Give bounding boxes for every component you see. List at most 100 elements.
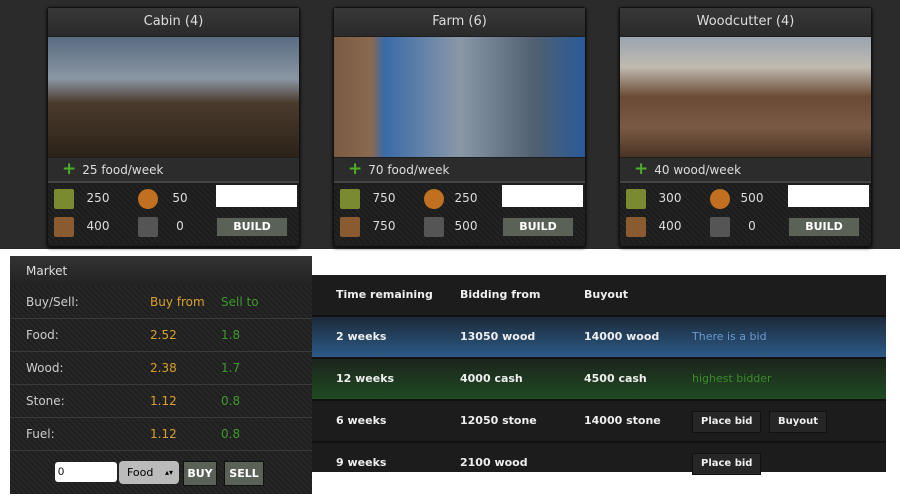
header-buy: Buy from	[150, 295, 205, 309]
wood-cost: 400	[658, 219, 682, 233]
production-text: 40 wood/week	[654, 163, 742, 177]
bidding-from: 13050 wood	[460, 330, 536, 343]
production-text: 70 food/week	[368, 163, 450, 177]
sell-button[interactable]: SELL	[224, 461, 264, 486]
bidding-from: 12050 stone	[460, 414, 537, 427]
food-icon	[138, 189, 158, 209]
market-row: Food: 2.52 1.8	[10, 319, 312, 352]
production: +40 wood/week	[620, 158, 871, 183]
auction-row: 6 weeks 12050 stone 14000 stone Place bid Bu…	[312, 401, 886, 443]
market-panel: Market Buy/Sell: Buy from Sell to Food: 2.5…	[10, 256, 312, 494]
buy-price: 2.52	[150, 328, 177, 342]
cabin-image	[48, 37, 299, 157]
cash-cost: 750	[372, 191, 396, 205]
cost-grid: 250 50 400 0 BUILD	[48, 185, 299, 243]
cash-icon	[54, 189, 74, 209]
buyout-button[interactable]: Buyout	[769, 411, 828, 433]
stone-icon	[710, 217, 730, 237]
time-remaining: 12 weeks	[336, 372, 395, 385]
auction-row: 2 weeks 13050 wood 14000 wood There is a bi…	[312, 317, 886, 359]
build-quantity-input[interactable]	[788, 185, 869, 207]
production: +25 food/week	[48, 158, 299, 183]
time-remaining: 9 weeks	[336, 456, 387, 469]
wood-icon	[54, 217, 74, 237]
market-controls: Food ▴▾ BUY SELL	[10, 461, 312, 489]
buy-price: 1.12	[150, 427, 177, 441]
market-title: Market	[10, 256, 312, 286]
wood-icon	[340, 217, 360, 237]
cost-grid: 750 250 750 500 BUILD	[334, 185, 585, 243]
market-row: Wood: 2.38 1.7	[10, 352, 312, 385]
food-cost: 250	[454, 191, 478, 205]
card-title: Woodcutter (4)	[620, 8, 871, 36]
time-remaining: 6 weeks	[336, 414, 387, 427]
resource-label: Wood:	[26, 361, 64, 375]
header-bidding: Bidding from	[460, 288, 541, 301]
wood-cost: 750	[372, 219, 396, 233]
plus-icon: +	[634, 159, 649, 179]
market-row: Stone: 1.12 0.8	[10, 385, 312, 418]
buy-price: 1.12	[150, 394, 177, 408]
header-buyout: Buyout	[584, 288, 629, 301]
bidding-from: 4000 cash	[460, 372, 523, 385]
woodcutter-image	[620, 37, 871, 157]
wood-icon	[626, 217, 646, 237]
card-title: Cabin (4)	[48, 8, 299, 36]
farm-image	[334, 37, 585, 157]
cash-cost: 250	[86, 191, 110, 205]
card-title: Farm (6)	[334, 8, 585, 36]
bidding-from: 2100 wood	[460, 456, 528, 469]
resource-select[interactable]: Food ▴▾	[119, 461, 179, 484]
building-card-cabin: Cabin (4) +25 food/week 250 50 400 0 BUI…	[47, 7, 300, 247]
sell-price: 1.8	[221, 328, 241, 342]
buyout-price: 14000 stone	[584, 414, 661, 427]
food-cost: 50	[172, 191, 188, 205]
bid-status: highest bidder	[692, 372, 772, 385]
resource-label: Stone:	[26, 394, 65, 408]
build-button[interactable]: BUILD	[216, 217, 288, 237]
select-arrows-icon: ▴▾	[164, 468, 173, 477]
production-text: 25 food/week	[82, 163, 164, 177]
bid-status: There is a bid	[692, 330, 767, 343]
auction-header-row: Time remaining Bidding from Buyout	[312, 275, 886, 317]
auction-row: 9 weeks 2100 wood Place bid	[312, 443, 886, 483]
build-button[interactable]: BUILD	[788, 217, 860, 237]
time-remaining: 2 weeks	[336, 330, 387, 343]
build-button[interactable]: BUILD	[502, 217, 574, 237]
buyout-price: 4500 cash	[584, 372, 647, 385]
resource-select-value: Food	[127, 466, 154, 479]
production: +70 food/week	[334, 158, 585, 183]
cash-icon	[340, 189, 360, 209]
auction-row: 12 weeks 4000 cash 4500 cash highest bidder	[312, 359, 886, 401]
food-icon	[710, 189, 730, 209]
stone-icon	[138, 217, 158, 237]
plus-icon: +	[62, 159, 77, 179]
stone-cost: 0	[176, 219, 184, 233]
build-quantity-input[interactable]	[216, 185, 297, 207]
stone-icon	[424, 217, 444, 237]
sell-price: 0.8	[221, 427, 241, 441]
food-icon	[424, 189, 444, 209]
building-card-woodcutter: Woodcutter (4) +40 wood/week 300 500 400…	[619, 7, 872, 247]
place-bid-button[interactable]: Place bid	[692, 411, 762, 433]
wood-cost: 400	[86, 219, 110, 233]
stone-cost: 0	[748, 219, 756, 233]
buy-price: 2.38	[150, 361, 177, 375]
build-quantity-input[interactable]	[502, 185, 583, 207]
header-time: Time remaining	[336, 288, 433, 301]
sell-price: 0.8	[221, 394, 241, 408]
sell-price: 1.7	[221, 361, 241, 375]
stone-cost: 500	[454, 219, 478, 233]
buy-button[interactable]: BUY	[183, 461, 217, 486]
market-quantity-input[interactable]	[55, 462, 117, 482]
place-bid-button[interactable]: Place bid	[692, 453, 762, 475]
cost-grid: 300 500 400 0 BUILD	[620, 185, 871, 243]
buyout-price: 14000 wood	[584, 330, 660, 343]
cash-cost: 300	[658, 191, 682, 205]
market-header-row: Buy/Sell: Buy from Sell to	[10, 286, 312, 319]
food-cost: 500	[740, 191, 764, 205]
building-card-farm: Farm (6) +70 food/week 750 250 750 500 B…	[333, 7, 586, 247]
header-label: Buy/Sell:	[26, 295, 79, 309]
cash-icon	[626, 189, 646, 209]
header-sell: Sell to	[221, 295, 259, 309]
